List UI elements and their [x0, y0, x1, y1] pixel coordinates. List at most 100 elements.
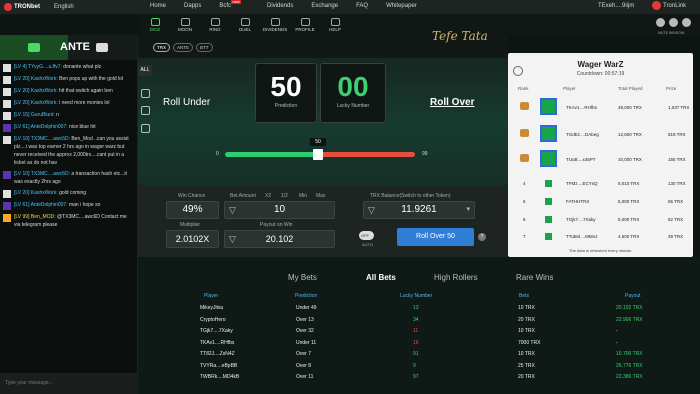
- tronlink-button[interactable]: TronLink: [652, 1, 686, 10]
- avatar[interactable]: [3, 190, 11, 198]
- tab-rare-wins[interactable]: Rare Wins: [516, 273, 553, 282]
- bet-payout: 20.102 TRX: [616, 305, 643, 311]
- avatar[interactable]: [3, 112, 11, 120]
- token-tab-btt[interactable]: BTT: [196, 42, 213, 52]
- roll-over-toggle[interactable]: Roll Over: [430, 97, 474, 108]
- nav-dividends[interactable]: Dividends: [267, 3, 293, 9]
- chat-tab[interactable]: [0, 35, 68, 60]
- roll-under-toggle[interactable]: Roll Under: [163, 97, 210, 108]
- chat-username[interactable]: [LV 10] TX3MC....awc6D:: [14, 136, 70, 142]
- all-button[interactable]: ALL: [138, 65, 152, 76]
- nav-whitepaper[interactable]: Whitepaper: [386, 3, 417, 9]
- subnav-duel[interactable]: DUEL: [230, 14, 260, 36]
- slider-handle[interactable]: [313, 149, 323, 160]
- chat-username[interactable]: [LV 4] TYvyG....uJfv7:: [14, 64, 62, 70]
- nav-home[interactable]: Home: [150, 3, 166, 9]
- language-select[interactable]: English: [54, 4, 74, 10]
- wager-prize: 155 TRX: [668, 157, 686, 162]
- bet-player: TKAv1....RHfbs: [200, 339, 235, 346]
- chat-username[interactable]: [LV 20] KashxWork:: [14, 100, 58, 106]
- avatar[interactable]: [3, 64, 11, 72]
- bet-payout: 22.906 TRX: [616, 316, 643, 323]
- subnav-moon[interactable]: MOON: [170, 14, 200, 36]
- subnav-dividends-label: DIVIDENDS: [262, 27, 288, 32]
- bets-header-payout: Payout: [625, 293, 641, 299]
- tab-my-bets[interactable]: My Bets: [288, 273, 317, 282]
- roll-button[interactable]: Roll Over 50: [397, 228, 474, 246]
- token-tab-trx[interactable]: TRX: [153, 42, 170, 52]
- twitter-icon[interactable]: [669, 18, 678, 27]
- clipboard-icon[interactable]: [141, 124, 150, 133]
- tab-high-rollers[interactable]: High Rollers: [434, 273, 478, 282]
- avatar[interactable]: [3, 214, 11, 222]
- telegram-icon[interactable]: [656, 18, 665, 27]
- chat-messages: [LV 4] TYvyG....uJfv7: donante what plz[…: [0, 63, 137, 229]
- bet-bet: 20 TRX: [518, 316, 535, 323]
- play-icon: [545, 198, 552, 205]
- eye-icon[interactable]: [141, 89, 150, 98]
- subnav-dice[interactable]: DICE: [140, 14, 170, 36]
- avatar[interactable]: [3, 171, 11, 179]
- chat-message: [LV 20] KashxWork: i need more monies lo…: [3, 99, 134, 108]
- nav-dapps[interactable]: Dapps: [184, 3, 201, 9]
- chat-message: [LV 61] AnteDolphin007: man i hope so: [3, 201, 134, 210]
- bet-bet: 10 TRX: [518, 305, 535, 311]
- moon-icon: [180, 18, 190, 26]
- bets-header-player: Player: [204, 293, 219, 299]
- play-icon: [540, 98, 557, 115]
- chat-message: [LV 61] AnteDolphin007: nice blue hit: [3, 123, 134, 132]
- avatar[interactable]: [3, 88, 11, 96]
- bet-payout: 10.706 TRX: [616, 351, 643, 357]
- chat-username[interactable]: [LV 61] AnteDolphin007:: [14, 202, 68, 208]
- avatar[interactable]: [3, 100, 11, 108]
- wager-player: TGjk7....7Xaky: [566, 217, 596, 222]
- x2-button[interactable]: X2: [265, 193, 271, 199]
- min-button[interactable]: Min: [299, 193, 307, 199]
- chat-username[interactable]: [LV 20] KashxWork:: [14, 190, 58, 196]
- tab-all-bets[interactable]: All Bets: [366, 273, 396, 282]
- lucky-number-label: Lucky Number: [336, 103, 370, 109]
- help-icon[interactable]: ?: [478, 233, 486, 241]
- ring-icon: [210, 18, 220, 26]
- balance-select[interactable]: ▽ 11.9261 ▾: [363, 201, 475, 219]
- chat-username[interactable]: [LV 20] KashxWork:: [14, 88, 58, 94]
- avatar[interactable]: [3, 124, 11, 132]
- chat-username[interactable]: [LV 99] Ben_MOD:: [14, 214, 56, 220]
- token-tab-ante[interactable]: ANTE: [173, 42, 194, 52]
- wager-prize: 130 TRX: [668, 181, 686, 186]
- bell-icon[interactable]: [141, 106, 150, 115]
- half-button[interactable]: 1/2: [281, 193, 288, 199]
- nav-faq[interactable]: FAQ: [356, 3, 368, 9]
- wager-rank: 5: [523, 199, 526, 204]
- wager-player: TFMz....ECYsQ: [566, 181, 598, 186]
- nav-exchange[interactable]: Exchange: [311, 3, 338, 9]
- max-button[interactable]: Max: [316, 193, 325, 199]
- chat-username[interactable]: [LV 20] KashxWork:: [14, 76, 58, 82]
- bet-pred: Under 11: [296, 339, 317, 346]
- chat-message-text: [LV 10] TX3MC....awc6D: a transaction ha…: [14, 170, 134, 186]
- subnav-ring[interactable]: RING: [200, 14, 230, 36]
- avatar[interactable]: [3, 136, 11, 144]
- nav-bcfc[interactable]: Bcfc new: [219, 0, 249, 9]
- brand[interactable]: TRONbet: [4, 3, 40, 11]
- subnav-profile[interactable]: PROFILE: [290, 14, 320, 36]
- sound-icon[interactable]: [682, 18, 691, 27]
- bet-pred: Over 32: [296, 328, 314, 334]
- user-address[interactable]: TExeh....9iijm: [598, 3, 634, 9]
- chat-username[interactable]: [LV 15] GuruBlunt:: [14, 112, 55, 118]
- chat-username[interactable]: [LV 61] AnteDolphin007:: [14, 124, 68, 130]
- payout-label: Payout on Win: [260, 222, 293, 228]
- subnav-dividends[interactable]: DIVIDENDS: [260, 14, 290, 36]
- bet-lucky: 16: [413, 339, 419, 346]
- bet-amount-input[interactable]: ▽ 10: [224, 201, 335, 219]
- bet-player: CryptoHero: [200, 316, 226, 323]
- avatar[interactable]: [3, 76, 11, 84]
- avatar[interactable]: [3, 202, 11, 210]
- chat-input[interactable]: Type your message...: [0, 373, 138, 394]
- chat-username[interactable]: [LV 10] TX3MC....awc6D:: [14, 171, 70, 177]
- chat-text: i need more monies lol: [57, 100, 110, 106]
- subnav-help[interactable]: HELP: [320, 14, 350, 36]
- chat-message: [LV 15] GuruBlunt: n: [3, 111, 134, 120]
- auto-toggle[interactable]: OFF: [359, 231, 374, 240]
- tronlink-label: TronLink: [663, 2, 687, 9]
